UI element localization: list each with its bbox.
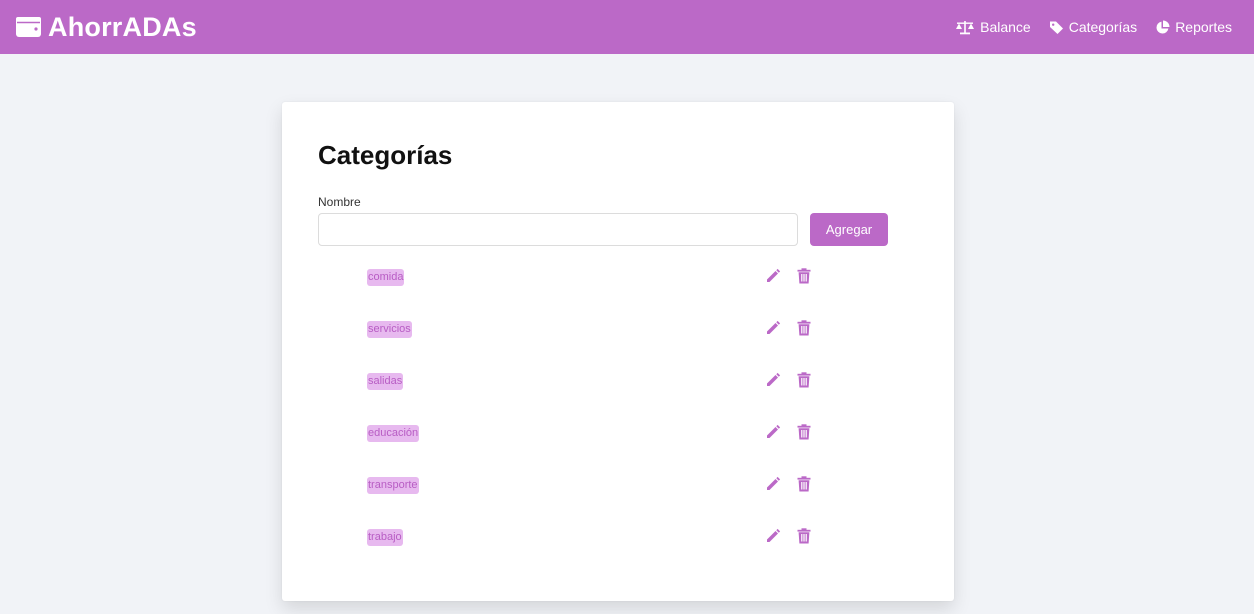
brand[interactable]: AhorrADAs <box>15 12 197 43</box>
pencil-icon[interactable] <box>765 528 781 544</box>
nav-categories-label: Categorías <box>1068 19 1138 35</box>
pencil-icon[interactable] <box>765 320 781 336</box>
nav-balance-label: Balance <box>980 19 1031 35</box>
name-input[interactable] <box>318 213 798 246</box>
category-row: trabajo <box>282 526 954 550</box>
category-tag: servicios <box>367 321 412 338</box>
category-row: educación <box>282 422 954 446</box>
trash-icon[interactable] <box>797 372 811 388</box>
nav-reports-label: Reportes <box>1175 19 1232 35</box>
nav-balance[interactable]: Balance <box>955 19 1031 35</box>
category-row: comida <box>282 266 954 290</box>
category-row: salidas <box>282 370 954 394</box>
wallet-icon <box>15 15 43 39</box>
pencil-icon[interactable] <box>765 372 781 388</box>
scale-icon <box>955 20 975 35</box>
pencil-icon[interactable] <box>765 424 781 440</box>
app-title: AhorrADAs <box>48 11 197 42</box>
category-tag: salidas <box>367 373 404 390</box>
top-navbar: AhorrADAs Balance Categorías Reportes <box>0 0 1254 54</box>
nav-categories[interactable]: Categorías <box>1049 19 1137 35</box>
categories-card: Categorías Nombre Agregar comida servicio… <box>282 102 954 601</box>
pencil-icon[interactable] <box>765 476 781 492</box>
add-button[interactable]: Agregar <box>810 213 888 246</box>
trash-icon[interactable] <box>797 320 811 336</box>
trash-icon[interactable] <box>797 424 811 440</box>
trash-icon[interactable] <box>797 268 811 284</box>
nav-links: Balance Categorías Reportes <box>937 19 1232 35</box>
pencil-icon[interactable] <box>765 268 781 284</box>
category-tag: transporte <box>367 477 419 494</box>
page-title: Categorías <box>318 140 453 170</box>
category-tag: educación <box>367 425 420 442</box>
name-label: Nombre <box>318 195 361 209</box>
trash-icon[interactable] <box>797 528 811 544</box>
pie-chart-icon <box>1155 20 1170 35</box>
category-tag: comida <box>367 269 405 286</box>
tag-icon <box>1049 20 1064 35</box>
category-row: servicios <box>282 318 954 342</box>
nav-reports[interactable]: Reportes <box>1155 19 1232 35</box>
category-tag: trabajo <box>367 529 403 546</box>
category-row: transporte <box>282 474 954 498</box>
trash-icon[interactable] <box>797 476 811 492</box>
